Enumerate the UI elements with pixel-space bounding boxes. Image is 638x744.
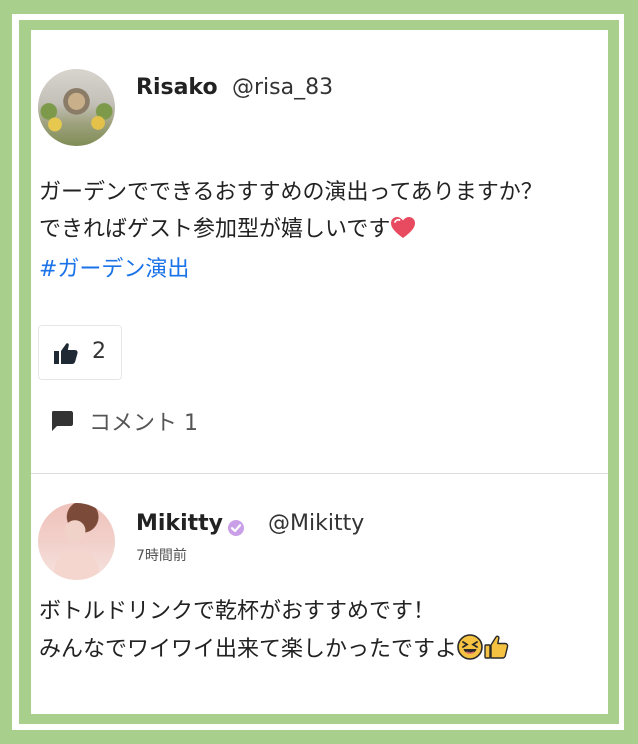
comment-author-handle[interactable]: @Mikitty [268, 511, 364, 536]
comment-text-line-2: みんなでワイワイ出来て楽しかったですよ [39, 633, 509, 670]
heart-emoji-icon [390, 216, 416, 250]
comment-timestamp: 7時間前 [136, 548, 187, 564]
avatar[interactable] [38, 69, 115, 146]
thumbs-up-icon [54, 342, 78, 368]
like-count: 2 [92, 339, 106, 364]
comment-avatar[interactable] [38, 503, 115, 580]
comment-bubble-icon [51, 411, 73, 435]
comment-count-label: コメント 1 [89, 411, 198, 436]
post-card: Risako @risa_83 ガーデンでできるおすすめの演出ってありますか？ … [31, 30, 608, 714]
divider [31, 473, 608, 474]
post-text-line-1: ガーデンでできるおすすめの演出ってありますか？ [39, 176, 543, 209]
post-author-name[interactable]: Risako [136, 75, 218, 100]
comment-text-line-1-content: ボトルドリンクで乾杯がおすすめです！ [39, 599, 436, 624]
comment-text-line-1: ボトルドリンクで乾杯がおすすめです！ [39, 595, 435, 628]
laughing-emoji-icon [457, 634, 483, 670]
comment-text-line-2-content: みんなでワイワイ出来て楽しかったですよ [39, 637, 458, 662]
comment-author-name[interactable]: Mikitty [136, 511, 223, 536]
thumbs-up-emoji-icon [483, 634, 509, 670]
verified-badge-icon [227, 519, 245, 541]
post-text-line-2: できればゲスト参加型が嬉しいです [39, 213, 416, 250]
post-text-line-1-content: ガーデンでできるおすすめの演出ってありますか？ [39, 180, 543, 205]
post-author-handle[interactable]: @risa_83 [232, 75, 333, 100]
post-text-line-2-content: できればゲスト参加型が嬉しいです [39, 217, 391, 242]
hashtag-link[interactable]: #ガーデン演出 [39, 251, 189, 283]
like-button[interactable]: 2 [38, 325, 122, 380]
